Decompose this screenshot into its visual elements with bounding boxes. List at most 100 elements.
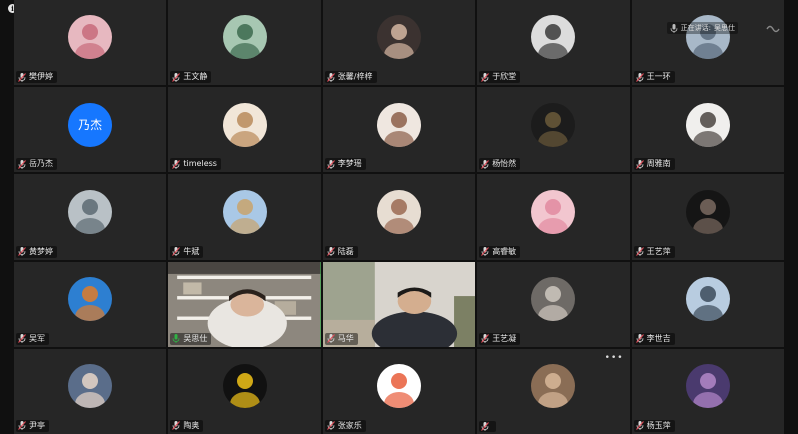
participant-tile[interactable]: 张馨/梓梓: [322, 0, 476, 86]
participant-name-tag: 牛斌: [170, 245, 204, 258]
participant-tile[interactable]: 高睿敏: [477, 174, 630, 260]
mic-muted-icon: [18, 72, 26, 82]
mic-muted-icon: [326, 421, 335, 431]
speaking-label: 正在讲话:: [680, 24, 711, 32]
participant-name: 李梦瑶: [337, 159, 362, 169]
participant-name: 吴军: [29, 333, 45, 343]
participant-avatar: [531, 277, 576, 322]
participant-tile[interactable]: 杨怡然: [477, 87, 630, 173]
mic-muted-icon: [481, 247, 490, 257]
participant-tile[interactable]: 牛斌: [168, 174, 321, 260]
participant-tile[interactable]: 王艺萍: [631, 174, 784, 260]
participant-name-tag: 周雅南: [633, 158, 675, 171]
mic-muted-icon: [326, 72, 335, 82]
participant-tile[interactable]: timeless: [168, 87, 321, 173]
participant-name: 吴思仕: [183, 333, 208, 343]
mic-muted-icon: [172, 72, 181, 82]
participant-tile[interactable]: 尹亭: [14, 348, 167, 434]
participant-name: 尹亭: [29, 420, 45, 430]
participant-avatar: [222, 102, 267, 147]
participant-name-tag: timeless: [170, 158, 221, 171]
mic-muted-icon: [481, 159, 490, 169]
mic-muted-icon: [18, 421, 26, 431]
participant-name-tag: 黄梦婷: [16, 245, 57, 258]
participant-tile[interactable]: 王艺凝: [477, 261, 630, 347]
participant-name: 杨玉萍: [646, 420, 671, 430]
speaking-indicator: 正在讲话: 吴思仕: [666, 22, 738, 34]
mic-muted-icon: [172, 159, 181, 169]
participant-tile[interactable]: 陶奥: [168, 348, 321, 434]
more-options-icon[interactable]: •••: [605, 353, 624, 363]
participant-name-tag: 陆磊: [324, 245, 358, 258]
participant-name-tag: 吴思仕: [170, 332, 212, 345]
participant-tile[interactable]: 张家乐: [322, 348, 476, 434]
participant-tile[interactable]: 吴思仕: [168, 261, 321, 347]
participant-avatar: [531, 364, 576, 409]
participant-name-tag: [479, 420, 497, 432]
participant-name: 张馨/梓梓: [337, 72, 373, 82]
participant-tile[interactable]: •••: [477, 348, 630, 434]
participant-tile[interactable]: 樊伊婷: [14, 0, 167, 86]
participant-tile[interactable]: 王一环: [631, 0, 784, 86]
participant-name-tag: 陶奥: [170, 419, 204, 432]
participant-name-tag: 尹亭: [16, 419, 49, 432]
mic-muted-icon: [18, 247, 26, 257]
participant-avatar: [685, 364, 730, 409]
participant-avatar: [68, 277, 113, 322]
participant-tile[interactable]: 于欣堂: [477, 0, 630, 86]
participant-avatar: [222, 189, 267, 234]
participant-tile[interactable]: 马华: [322, 261, 476, 347]
participant-name-tag: 樊伊婷: [16, 71, 57, 84]
participant-name: 王一环: [646, 72, 671, 82]
participant-name-tag: 王艺凝: [479, 332, 521, 345]
participant-name-tag: 王一环: [633, 71, 675, 84]
participant-avatar: [68, 189, 113, 234]
participant-name: 王艺凝: [492, 333, 517, 343]
participant-name: 陶奥: [183, 420, 200, 430]
participant-avatar: [376, 364, 421, 409]
participant-avatar: [685, 277, 730, 322]
participant-avatar: [222, 15, 267, 60]
participant-tile[interactable]: 王文静: [168, 0, 321, 86]
mic-muted-icon: [18, 334, 26, 344]
mic-muted-icon: [18, 159, 26, 169]
mic-muted-icon: [172, 421, 181, 431]
participant-avatar: [376, 15, 421, 60]
participant-avatar: [685, 102, 730, 147]
mic-on-icon: [172, 334, 180, 344]
participant-tile[interactable]: 吴军: [14, 261, 167, 347]
participant-name: 黄梦婷: [29, 246, 53, 256]
mic-muted-icon: [326, 247, 335, 257]
participant-avatar: [685, 189, 730, 234]
mic-muted-icon: [326, 159, 335, 169]
participant-tile[interactable]: 周雅南: [631, 87, 784, 173]
participant-name: 牛斌: [183, 246, 200, 256]
participant-avatar: [376, 102, 421, 147]
mic-muted-icon: [635, 72, 644, 82]
mic-muted-icon: [635, 334, 644, 344]
participant-name-tag: 张家乐: [324, 419, 366, 432]
participant-tile[interactable]: 李梦瑶: [322, 87, 476, 173]
participant-name: 王艺萍: [646, 246, 671, 256]
participant-name: 陆磊: [337, 246, 354, 256]
participant-name: timeless: [183, 159, 217, 169]
audio-wave-icon: [766, 25, 780, 33]
participant-name-tag: 张馨/梓梓: [324, 71, 377, 84]
participant-name: 杨怡然: [492, 159, 517, 169]
participant-tile[interactable]: 陆磊: [322, 174, 476, 260]
mic-muted-icon: [481, 334, 490, 344]
participant-tile[interactable]: 黄梦婷: [14, 174, 167, 260]
mic-muted-icon: [481, 421, 490, 431]
participant-tile[interactable]: 李世吉: [631, 261, 784, 347]
mic-muted-icon: [635, 159, 644, 169]
participant-avatar: [531, 189, 576, 234]
participant-name: 于欣堂: [492, 72, 517, 82]
mic-muted-icon: [481, 72, 490, 82]
participant-name-tag: 杨怡然: [479, 158, 521, 171]
participant-tile[interactable]: 乃杰 岳乃杰: [14, 87, 167, 173]
participant-name-tag: 高睿敏: [479, 245, 521, 258]
participant-avatar: [376, 189, 421, 234]
participant-tile[interactable]: 杨玉萍: [631, 348, 784, 434]
speaker-icon: [670, 23, 678, 33]
mic-muted-icon: [172, 247, 181, 257]
